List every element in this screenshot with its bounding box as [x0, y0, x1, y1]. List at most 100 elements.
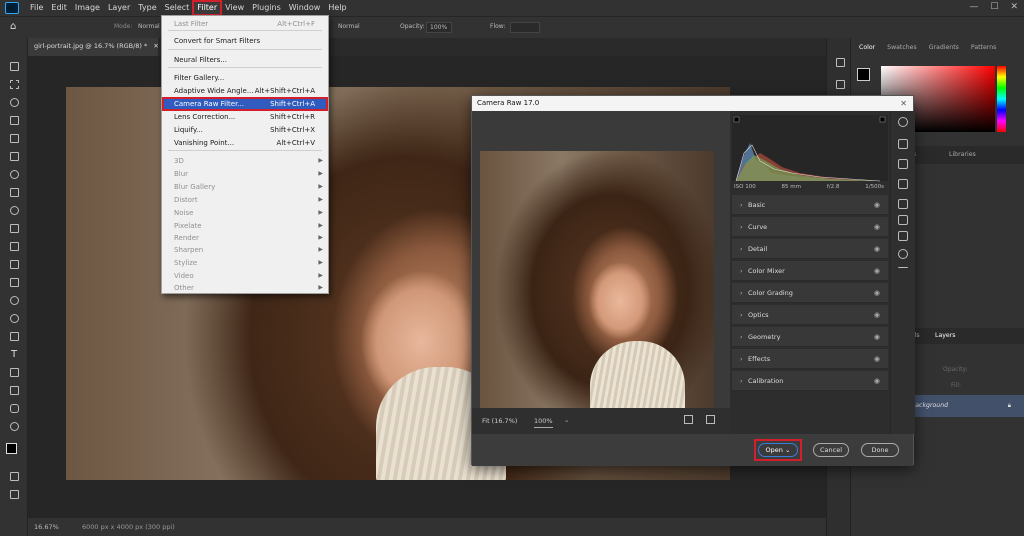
settings-icon[interactable] — [898, 117, 908, 127]
crop-tool-icon[interactable] — [6, 132, 22, 145]
document-tab[interactable]: girl-portrait.jpg @ 16.7% (RGB/8) * ✕ — [28, 38, 159, 56]
eye-icon[interactable]: ◉ — [874, 195, 880, 215]
filter-menu-item-lens-correction[interactable]: Lens Correction... Shift+Ctrl+R — [163, 111, 327, 123]
menu-filter[interactable]: Filter — [192, 0, 223, 16]
crop-icon[interactable] — [898, 159, 908, 169]
zoom-select[interactable]: 100% — [534, 417, 553, 428]
filter-menu-item-vanishing-point[interactable]: Vanishing Point... Alt+Ctrl+V — [163, 137, 327, 149]
move-tool-icon[interactable] — [6, 60, 22, 73]
eye-icon[interactable]: ◉ — [874, 283, 880, 303]
zoom-level[interactable]: 16.67% — [34, 523, 70, 531]
close-icon[interactable]: ✕ — [900, 96, 907, 111]
menu-plugins[interactable]: Plugins — [248, 1, 285, 15]
menu-type[interactable]: Type — [134, 1, 160, 15]
eyedropper-tool-icon[interactable] — [6, 168, 22, 181]
filter-menu-item-distort[interactable]: Distort ▶ — [163, 194, 327, 206]
tab-libraries[interactable]: Libraries — [949, 151, 976, 158]
menu-window[interactable]: Window — [285, 1, 325, 15]
eye-icon[interactable]: ◉ — [874, 305, 880, 325]
menu-layer[interactable]: Layer — [104, 1, 134, 15]
filter-menu-item-render[interactable]: Render ▶ — [163, 232, 327, 244]
filter-menu-item-camera-raw-filter[interactable]: Camera Raw Filter... Shift+Ctrl+A — [162, 97, 328, 111]
gradient-tool-icon[interactable] — [6, 276, 22, 289]
history-panel-icon[interactable] — [832, 56, 848, 69]
filter-menu-item-convert-for-smart-filters[interactable]: Convert for Smart Filters — [163, 35, 327, 47]
open-button[interactable]: Open ⌄ — [758, 443, 798, 457]
presets-icon[interactable] — [898, 231, 908, 241]
menu-edit[interactable]: Edit — [47, 1, 71, 15]
red-eye-icon[interactable] — [898, 215, 908, 225]
filter-menu-item-last-filter[interactable]: Last Filter Alt+Ctrl+F — [163, 18, 327, 30]
tab-layers[interactable]: Layers — [935, 332, 955, 339]
menu-help[interactable]: Help — [324, 1, 350, 15]
path-select-tool-icon[interactable] — [6, 366, 22, 379]
panel-detail[interactable]: › Detail ◉ — [732, 239, 888, 259]
brush-tool-icon[interactable] — [6, 204, 22, 217]
filter-menu-item-other[interactable]: Other ▶ — [163, 282, 327, 294]
menu-image[interactable]: Image — [71, 1, 104, 15]
done-button[interactable]: Done — [861, 443, 899, 457]
history-brush-tool-icon[interactable] — [6, 240, 22, 253]
filter-menu-item-filter-gallery[interactable]: Filter Gallery... — [163, 72, 327, 84]
panel-color-mixer[interactable]: › Color Mixer ◉ — [732, 261, 888, 281]
filter-menu-item-pixelate[interactable]: Pixelate ▶ — [163, 220, 327, 232]
panel-geometry[interactable]: › Geometry ◉ — [732, 327, 888, 347]
tab-color[interactable]: Color — [859, 44, 875, 58]
before-after-icon[interactable] — [684, 415, 693, 424]
dodge-tool-icon[interactable] — [6, 312, 22, 325]
chevron-down-icon[interactable]: ⌄ — [564, 416, 569, 424]
panel-curve[interactable]: › Curve ◉ — [732, 217, 888, 237]
menu-file[interactable]: File — [26, 1, 47, 15]
eye-icon[interactable]: ◉ — [874, 239, 880, 259]
type-tool-icon[interactable]: T — [6, 348, 22, 361]
lasso-tool-icon[interactable] — [6, 96, 22, 109]
masking-icon[interactable] — [898, 199, 908, 209]
eraser-tool-icon[interactable] — [6, 258, 22, 271]
more-options-icon[interactable] — [898, 267, 908, 269]
frame-tool-icon[interactable] — [6, 150, 22, 163]
filter-menu-item-3d[interactable]: 3D ▶ — [163, 155, 327, 167]
cancel-button[interactable]: Cancel — [813, 443, 849, 457]
menu-select[interactable]: Select — [161, 1, 194, 15]
filter-menu-item-noise[interactable]: Noise ▶ — [163, 207, 327, 219]
preview-settings-icon[interactable] — [706, 415, 715, 424]
eye-icon[interactable]: ◉ — [874, 261, 880, 281]
maximize-icon[interactable]: ☐ — [990, 2, 998, 12]
opacity-input[interactable]: 100% — [426, 22, 452, 33]
marquee-tool-icon[interactable] — [6, 78, 22, 91]
tab-swatches[interactable]: Swatches — [887, 44, 917, 58]
eye-icon[interactable]: ◉ — [874, 349, 880, 369]
object-select-tool-icon[interactable] — [6, 114, 22, 127]
filter-menu-item-video[interactable]: Video ▶ — [163, 270, 327, 282]
camera-raw-preview-photo[interactable] — [480, 151, 714, 424]
minimize-icon[interactable]: — — [969, 2, 978, 12]
filter-menu-item-sharpen[interactable]: Sharpen ▶ — [163, 244, 327, 256]
menu-view[interactable]: View — [221, 1, 248, 15]
close-window-icon[interactable]: ✕ — [1010, 2, 1018, 12]
panel-color-grading[interactable]: › Color Grading ◉ — [732, 283, 888, 303]
zoom-tool-icon[interactable] — [6, 420, 22, 433]
flow-input[interactable] — [510, 22, 540, 33]
fg-bg-color-swatches[interactable] — [857, 68, 877, 88]
fit-zoom-button[interactable]: Fit (16.7%) — [482, 417, 517, 425]
filter-menu-item-neural-filters[interactable]: Neural Filters... — [163, 54, 327, 66]
pen-tool-icon[interactable] — [6, 330, 22, 343]
home-icon[interactable]: ⌂ — [10, 21, 16, 32]
foreground-color-swatch[interactable] — [6, 443, 17, 454]
screen-mode-icon[interactable] — [6, 488, 22, 501]
eye-icon[interactable]: ◉ — [874, 327, 880, 347]
mode-select[interactable]: Normal — [138, 23, 160, 30]
blur-tool-icon[interactable] — [6, 294, 22, 307]
panel-effects[interactable]: › Effects ◉ — [732, 349, 888, 369]
snapshots-icon[interactable] — [898, 249, 908, 259]
healing-brush-tool-icon[interactable] — [6, 186, 22, 199]
tab-patterns[interactable]: Patterns — [971, 44, 996, 58]
lock-icon[interactable]: 🔒︎ — [1008, 395, 1011, 417]
hue-slider[interactable] — [997, 66, 1006, 132]
panel-basic[interactable]: › Basic ◉ — [732, 195, 888, 215]
clone-stamp-tool-icon[interactable] — [6, 222, 22, 235]
filter-menu-item-blur-gallery[interactable]: Blur Gallery ▶ — [163, 181, 327, 193]
panel-optics[interactable]: › Optics ◉ — [732, 305, 888, 325]
edit-tool-icon[interactable] — [898, 139, 908, 149]
remove-tool-icon[interactable] — [898, 179, 908, 189]
